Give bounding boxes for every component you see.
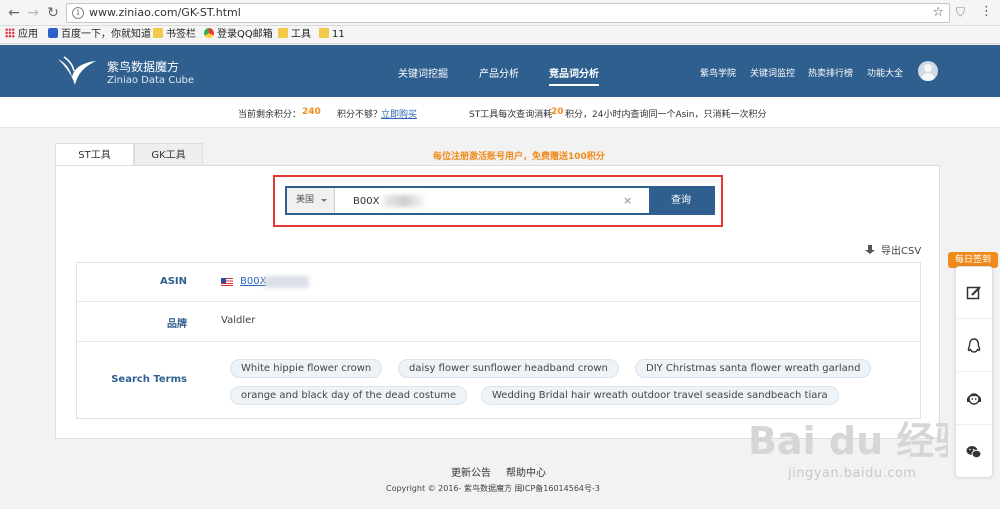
address-bar[interactable]: i www.ziniao.com/GK-ST.html ☆ [66,3,950,23]
search-terms-label: Search Terms [111,374,187,385]
reload-icon[interactable]: ↻ [44,4,62,22]
side-qq-button[interactable] [956,320,992,372]
browser-toolbar: ← → ↻ i www.ziniao.com/GK-ST.html ☆ ⛉ ⋮ [0,0,1000,26]
search-term-tag[interactable]: daisy flower sunflower headband crown [398,359,619,378]
shield-icon[interactable]: ⛉ [956,5,965,20]
nav-keyword-mining[interactable]: 关键词挖掘 [398,65,448,80]
bookmark-qqmail[interactable]: 登录QQ邮箱 [204,28,273,42]
nav-keyword-monitor[interactable]: 关键词监控 [750,66,795,79]
edit-icon [966,286,981,300]
chrome-icon [204,28,214,38]
watermark-url: jingyan.baidu.com [788,466,917,481]
chevron-down-icon [321,199,327,202]
folder-icon [319,28,329,38]
clear-icon[interactable]: × [623,194,632,207]
footer-link-announcements[interactable]: 更新公告 [451,464,491,479]
svg-text:Bai du 经验: Bai du 经验 [748,419,948,463]
query-cost-value: 20 [551,107,564,117]
user-avatar[interactable] [918,61,938,81]
back-arrow-icon[interactable]: ← [5,4,23,22]
query-cost-text: ST工具每次查询消耗 [469,110,553,120]
baidu-paw-icon [48,28,58,38]
us-flag-icon [221,278,233,286]
blurred-text-mask [264,276,309,288]
url-text: www.ziniao.com/GK-ST.html [89,6,241,19]
search-terms-row: Search Terms White hippie flower crown d… [77,342,920,418]
tab-st-tool[interactable]: ST工具 [55,143,134,166]
country-value: 美国 [296,195,315,205]
wechat-icon [966,446,982,459]
result-table: ASIN B00X 品牌 Valdler Search Terms White … [76,262,921,419]
ziniao-bird-logo-icon[interactable] [56,55,98,87]
asin-label: ASIN [159,276,187,287]
qq-icon [967,338,981,353]
bookmark-11[interactable]: 11 [319,28,345,42]
brand-row: 品牌 Valdler [77,302,920,342]
browser-menu-icon[interactable]: ⋮ [980,4,993,19]
brand-value: Valdler [221,315,256,326]
export-csv-label: 导出CSV [881,246,922,257]
bookmark-star-icon[interactable]: ☆ [932,5,944,20]
bookmarks-bar: 应用 百度一下，你就知道 书签栏 登录QQ邮箱 工具 11 [0,26,1000,44]
apps-icon [5,28,15,38]
bookmark-tools[interactable]: 工具 [278,28,311,42]
nav-product-analysis[interactable]: 产品分析 [479,65,519,80]
nav-all-features[interactable]: 功能大全 [867,66,903,79]
bookmark-apps[interactable]: 应用 [5,28,38,42]
logo-text-en[interactable]: Ziniao Data Cube [107,75,194,86]
logo-text-cn[interactable]: 紫鸟数据魔方 [107,58,179,75]
page-info-icon[interactable]: i [72,7,84,19]
site-header: 紫鸟数据魔方 Ziniao Data Cube 关键词挖掘 产品分析 竞品词分析… [0,45,1000,97]
nav-competitor-keyword-analysis[interactable]: 竞品词分析 [549,65,599,86]
search-button[interactable]: 查询 [649,188,713,213]
search-term-tag[interactable]: White hippie flower crown [230,359,383,378]
footer-link-help-center[interactable]: 帮助中心 [506,464,546,479]
brand-label: 品牌 [167,319,187,330]
forward-arrow-icon[interactable]: → [24,4,42,22]
folder-icon [278,28,288,38]
side-edit-button[interactable] [956,267,992,319]
blurred-text-mask [384,195,424,207]
credits-bar: 当前剩余积分： 240 积分不够？ 立即购买 ST工具每次查询消耗 20 积分，… [0,97,1000,128]
tab-gk-tool[interactable]: GK工具 [134,143,203,166]
query-rule-text: 积分，24小时内查询同一个Asin，只消耗一次积分 [565,110,767,120]
support-icon [967,393,981,405]
bookmark-baidu[interactable]: 百度一下，你就知道 [48,28,151,42]
search-term-tag[interactable]: orange and black day of the dead costume [230,386,468,405]
country-select[interactable]: 美国 [287,188,335,213]
side-support-button[interactable] [956,373,992,425]
bookmark-bar-folder[interactable]: 书签栏 [153,28,196,42]
nav-bestseller-ranking[interactable]: 热卖排行榜 [808,66,853,79]
promo-text: 每位注册激活账号用户，免费赠送100积分 [433,152,605,162]
folder-icon [153,28,163,38]
export-csv-button[interactable]: 导出CSV [865,242,921,257]
side-toolbar [955,266,993,478]
search-term-tag[interactable]: Wedding Bridal hair wreath outdoor trave… [481,386,839,405]
download-icon [865,245,875,255]
baidu-jingyan-watermark: Bai du 经验 [748,419,948,463]
asin-link[interactable]: B00X [240,276,266,287]
not-enough-text: 积分不够？ [337,110,383,120]
side-wechat-button[interactable] [956,426,992,478]
buy-now-link[interactable]: 立即购买 [381,107,417,120]
copyright-text: Copyright © 2016- 紫鸟数据魔方 闽ICP备16014564号-… [386,484,600,493]
search-bar: 美国 × 查询 [285,186,715,215]
remaining-credits-value: 240 [302,107,321,117]
remaining-credits-label: 当前剩余积分： [238,110,302,120]
nav-ziniao-academy[interactable]: 紫鸟学院 [700,66,736,79]
search-term-tag[interactable]: DIY Christmas santa flower wreath garlan… [635,359,872,378]
asin-row: ASIN B00X [77,263,920,302]
